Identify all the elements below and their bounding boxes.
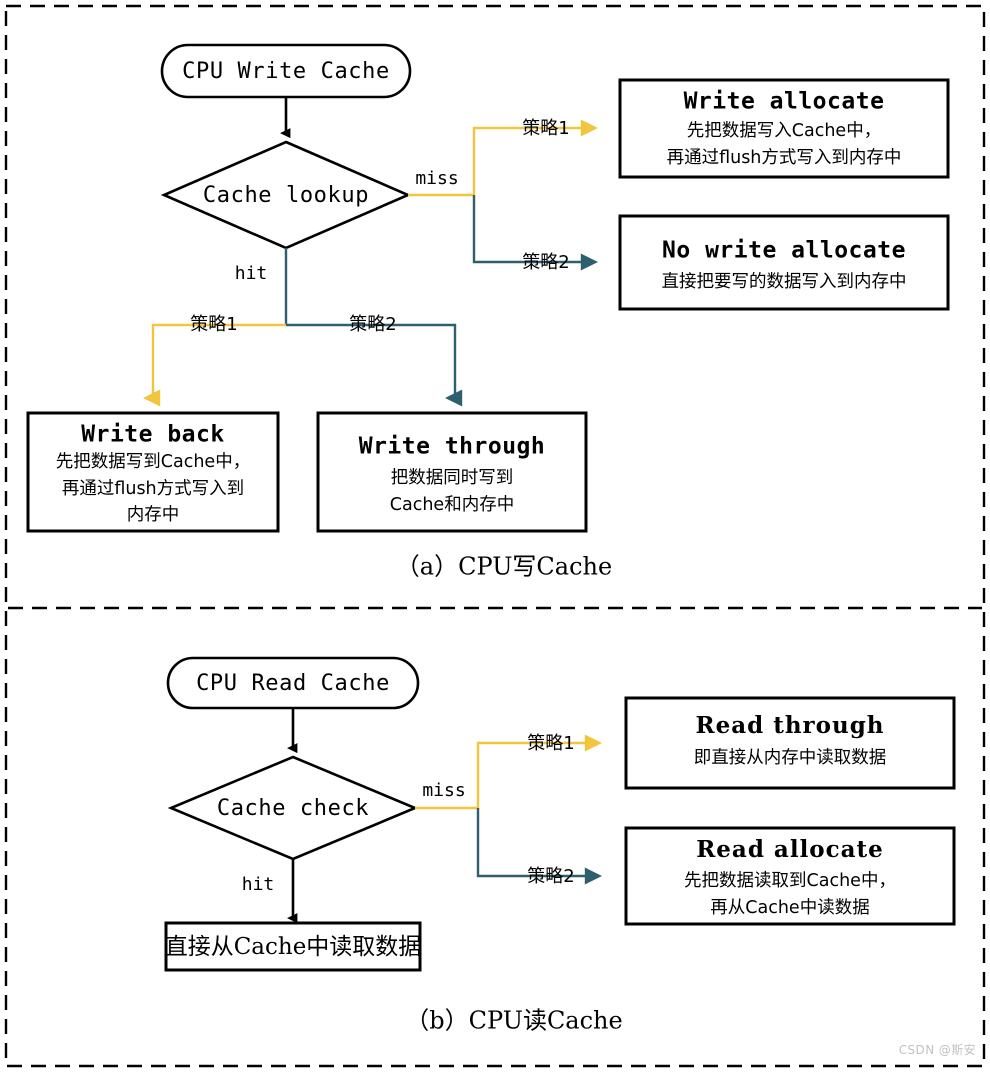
edge-label-miss-b: miss (422, 780, 465, 801)
edge-label-miss-a: miss (415, 168, 458, 189)
box-read-hit-label: 直接从Cache中读取数据 (165, 934, 422, 960)
edge-label-policy1-a-top: 策略1 (522, 118, 569, 139)
node-cache-lookup-label: Cache lookup (203, 183, 369, 208)
edge-hit-policy1-a (143, 323, 286, 407)
edge-label-hit-b: hit (242, 874, 275, 895)
box-write-allocate-line-1: 先把数据写入Cache中， (687, 121, 881, 141)
edge-label-policy2-a-top: 策略2 (522, 252, 569, 273)
box-write-allocate-line-2: 再通过flush方式写入到内存中 (667, 148, 902, 168)
box-no-write-allocate-title: No write allocate (662, 238, 906, 264)
csdn-watermark: CSDN @斯安 (898, 1043, 976, 1057)
edge-label-policy2-b: 策略2 (527, 866, 574, 887)
box-write-back-line-2: 再通过flush方式写入到 (62, 479, 244, 499)
node-cpu-read-cache-label: CPU Read Cache (196, 671, 390, 696)
box-read-allocate-line-2: 再从Cache中读数据 (710, 898, 869, 918)
box-read-allocate-line-1: 先把数据读取到Cache中， (684, 871, 896, 891)
node-cache-check-label: Cache check (217, 796, 369, 821)
box-write-back-line-1: 先把数据写到Cache中， (56, 452, 250, 472)
box-read-allocate-title: Read allocate (696, 836, 884, 863)
box-write-allocate-title: Write allocate (684, 89, 885, 115)
edge-label-policy2-a-bottom: 策略2 (349, 314, 396, 335)
cache-policy-diagram: CPU Write Cache Cache lookup miss 策略1 策略… (0, 0, 990, 1072)
box-read-through-line-1: 即直接从内存中读取数据 (694, 748, 887, 768)
edge-label-hit-a: hit (235, 263, 268, 284)
box-write-back-title: Write back (81, 422, 224, 448)
caption-section-a: （a）CPU写Cache (396, 553, 612, 581)
edge-label-policy1-b: 策略1 (527, 733, 574, 754)
edge-hit-policy2-a (286, 323, 463, 407)
box-write-through-line-2: Cache和内存中 (390, 495, 514, 515)
node-cpu-write-cache-label: CPU Write Cache (182, 59, 390, 84)
box-write-through-line-1: 把数据同时写到 (391, 468, 514, 488)
caption-section-b: （b）CPU读Cache (405, 1007, 622, 1035)
box-read-through-title: Read through (695, 712, 884, 739)
flowchart-canvas: CPU Write Cache Cache lookup miss 策略1 策略… (4, 4, 986, 1068)
box-write-through-title: Write through (359, 434, 546, 460)
edge-label-policy1-a-bottom: 策略1 (190, 314, 237, 335)
box-write-back-line-3: 内存中 (127, 505, 180, 525)
box-no-write-allocate-line-1: 直接把要写的数据写入到内存中 (662, 272, 907, 292)
